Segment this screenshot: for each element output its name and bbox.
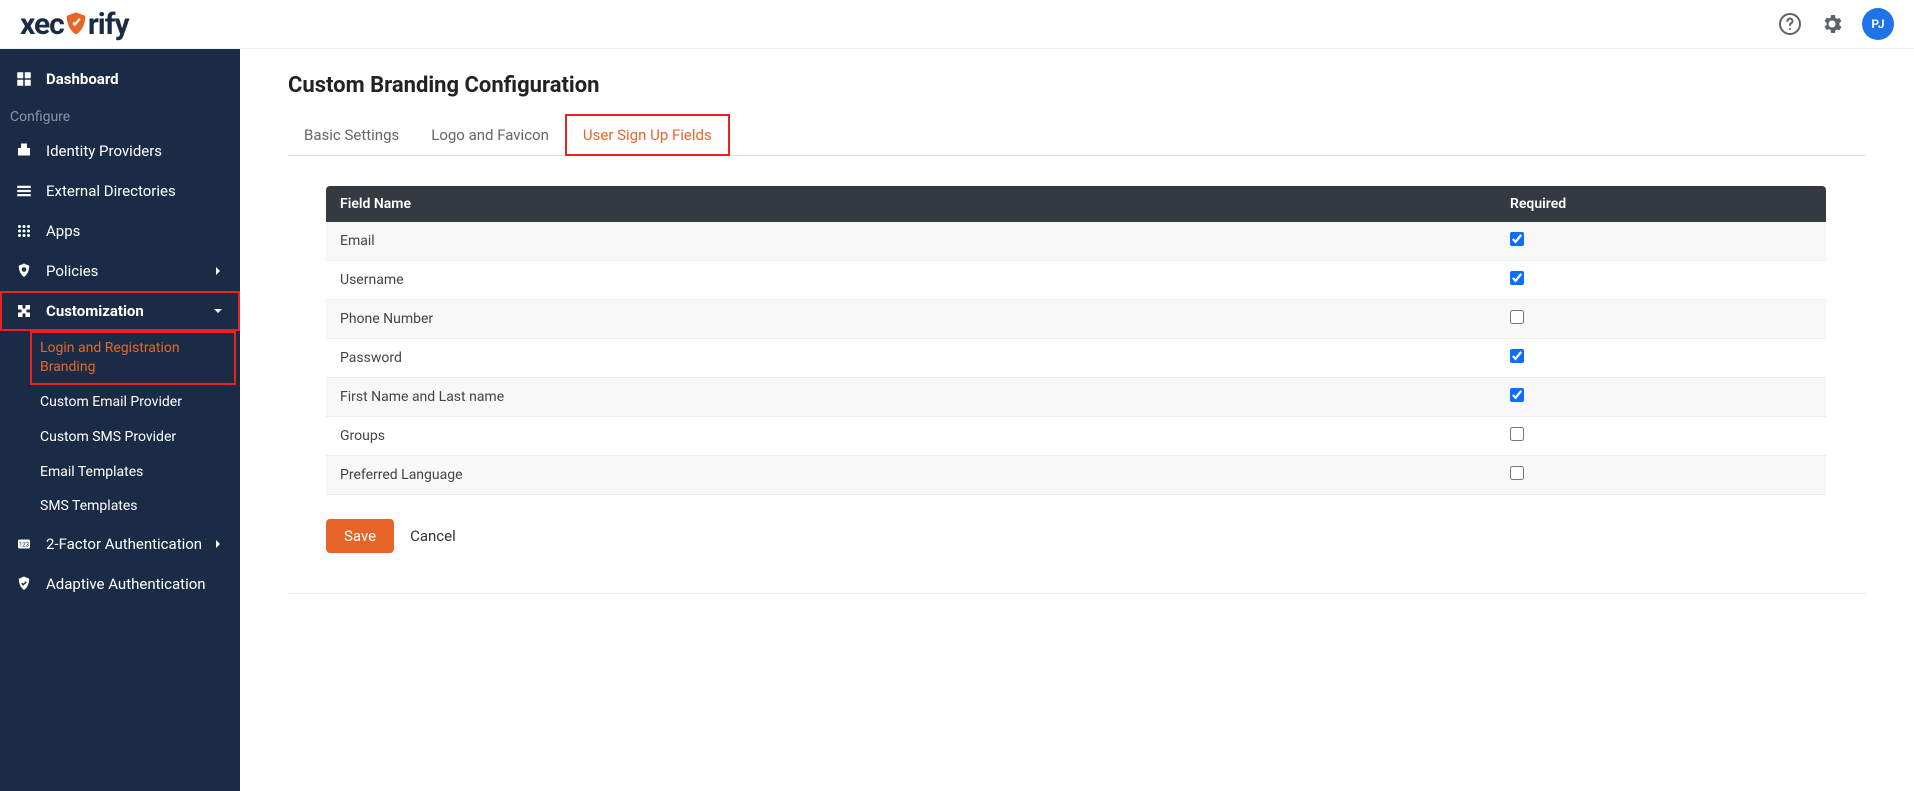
svg-text:123: 123 <box>19 542 29 549</box>
dashboard-icon <box>14 69 34 89</box>
brand-shield-icon <box>64 10 88 38</box>
col-field-name: Field Name <box>326 186 1496 222</box>
required-checkbox[interactable] <box>1510 427 1524 441</box>
table-row: Preferred Language <box>326 456 1826 495</box>
keypad-icon: 123 <box>14 534 34 554</box>
apps-icon <box>14 221 34 241</box>
sidebar-item-external-directories[interactable]: External Directories <box>0 171 240 211</box>
sidebar-subitem-email-templates[interactable]: Email Templates <box>0 455 240 490</box>
table-row: Username <box>326 261 1826 300</box>
puzzle-icon <box>14 301 34 321</box>
required-cell <box>1496 417 1826 456</box>
tab-bar: Basic Settings Logo and Favicon User Sig… <box>288 116 1866 156</box>
field-name-cell: First Name and Last name <box>326 378 1496 417</box>
table-row: Phone Number <box>326 300 1826 339</box>
required-checkbox[interactable] <box>1510 232 1524 246</box>
required-checkbox[interactable] <box>1510 466 1524 480</box>
sidebar-subitem-email-provider[interactable]: Custom Email Provider <box>0 385 240 420</box>
required-cell <box>1496 222 1826 261</box>
sidebar-section-configure: Configure <box>0 99 240 131</box>
table-row: Password <box>326 339 1826 378</box>
brand-text-post: rify <box>88 7 129 42</box>
brand-text-pre: xec <box>20 7 64 42</box>
field-name-cell: Email <box>326 222 1496 261</box>
content-divider <box>288 593 1866 594</box>
sidebar-label: Customization <box>46 302 144 320</box>
required-cell <box>1496 339 1826 378</box>
action-buttons: Save Cancel <box>326 519 1866 553</box>
chevron-down-icon <box>210 303 226 319</box>
sidebar-sublabel: Custom Email Provider <box>40 394 182 410</box>
gear-icon[interactable] <box>1820 12 1844 36</box>
tab-user-signup-fields[interactable]: User Sign Up Fields <box>565 114 730 156</box>
sidebar-item-2fa[interactable]: 123 2-Factor Authentication <box>0 524 240 564</box>
field-name-cell: Phone Number <box>326 300 1496 339</box>
required-checkbox[interactable] <box>1510 310 1524 324</box>
sidebar-label: Policies <box>46 262 98 280</box>
sidebar-sublabel: Login and Registration Branding <box>40 340 180 375</box>
avatar[interactable]: PJ <box>1862 8 1894 40</box>
signup-fields-table: Field Name Required EmailUsernamePhone N… <box>326 186 1826 495</box>
sidebar-label: Identity Providers <box>46 142 162 160</box>
sidebar-label: Dashboard <box>46 70 119 88</box>
sidebar-subitem-sms-provider[interactable]: Custom SMS Provider <box>0 420 240 455</box>
sidebar-item-dashboard[interactable]: Dashboard <box>0 59 240 99</box>
header-actions: PJ <box>1778 8 1894 40</box>
sidebar-subitem-login-branding[interactable]: Login and Registration Branding <box>30 331 236 385</box>
required-cell <box>1496 456 1826 495</box>
sidebar-label: External Directories <box>46 182 176 200</box>
sidebar-sublabel: SMS Templates <box>40 498 138 514</box>
sidebar-label: Adaptive Authentication <box>46 575 206 593</box>
sidebar-sublabel: Email Templates <box>40 464 143 480</box>
sidebar-label: 2-Factor Authentication <box>46 535 202 553</box>
required-checkbox[interactable] <box>1510 388 1524 402</box>
main-content: Custom Branding Configuration Basic Sett… <box>240 49 1914 791</box>
sidebar-item-apps[interactable]: Apps <box>0 211 240 251</box>
briefcase-icon <box>14 141 34 161</box>
required-checkbox[interactable] <box>1510 271 1524 285</box>
sidebar: Dashboard Configure Identity Providers E… <box>0 49 240 791</box>
sidebar-item-identity-providers[interactable]: Identity Providers <box>0 131 240 171</box>
sidebar-sublabel: Custom SMS Provider <box>40 429 176 445</box>
help-icon[interactable] <box>1778 12 1802 36</box>
app-header: xec rify PJ <box>0 0 1914 49</box>
sidebar-item-adaptive-auth[interactable]: Adaptive Authentication <box>0 564 240 604</box>
brand-logo[interactable]: xec rify <box>20 7 129 42</box>
table-row: First Name and Last name <box>326 378 1826 417</box>
sidebar-item-customization[interactable]: Customization <box>0 291 240 331</box>
sidebar-label: Apps <box>46 222 80 240</box>
required-cell <box>1496 378 1826 417</box>
field-name-cell: Username <box>326 261 1496 300</box>
required-checkbox[interactable] <box>1510 349 1524 363</box>
cancel-button[interactable]: Cancel <box>410 527 456 545</box>
signup-fields-table-wrap: Field Name Required EmailUsernamePhone N… <box>326 186 1826 495</box>
page-title: Custom Branding Configuration <box>288 73 1866 98</box>
shield-search-icon <box>14 261 34 281</box>
field-name-cell: Groups <box>326 417 1496 456</box>
sidebar-subitem-sms-templates[interactable]: SMS Templates <box>0 489 240 524</box>
table-row: Groups <box>326 417 1826 456</box>
list-icon <box>14 181 34 201</box>
tab-logo-favicon[interactable]: Logo and Favicon <box>415 116 565 155</box>
chevron-right-icon <box>210 536 226 552</box>
required-cell <box>1496 300 1826 339</box>
field-name-cell: Password <box>326 339 1496 378</box>
field-name-cell: Preferred Language <box>326 456 1496 495</box>
required-cell <box>1496 261 1826 300</box>
avatar-initials: PJ <box>1871 17 1884 31</box>
table-row: Email <box>326 222 1826 261</box>
chevron-right-icon <box>210 263 226 279</box>
tab-basic-settings[interactable]: Basic Settings <box>288 116 415 155</box>
save-button[interactable]: Save <box>326 519 394 553</box>
shield-check-icon <box>14 574 34 594</box>
sidebar-item-policies[interactable]: Policies <box>0 251 240 291</box>
col-required: Required <box>1496 186 1826 222</box>
